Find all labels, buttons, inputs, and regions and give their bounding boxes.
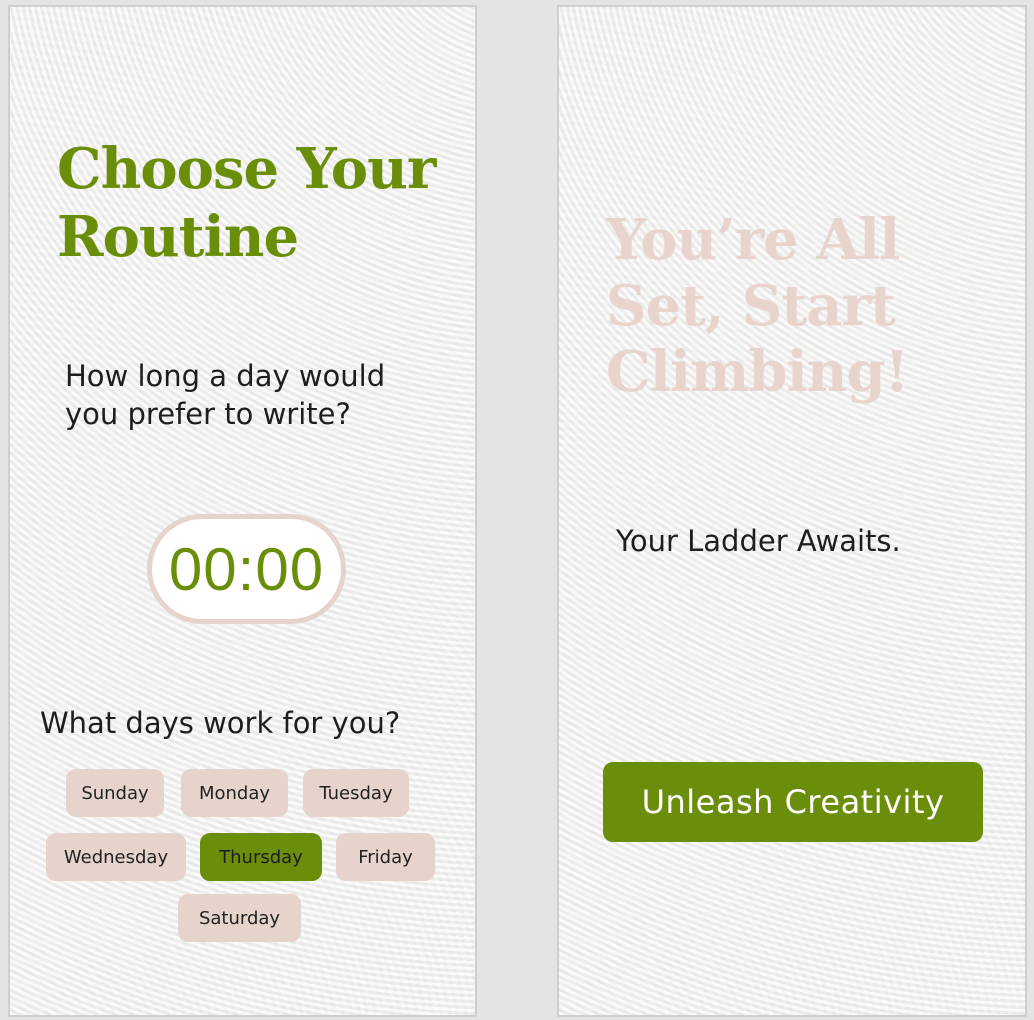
day-chip-wednesday[interactable]: Wednesday <box>46 833 186 881</box>
duration-question: How long a day would you prefer to write… <box>65 359 386 431</box>
day-chip-friday[interactable]: Friday <box>336 833 435 881</box>
unleash-creativity-button[interactable]: Unleash Creativity <box>603 762 983 842</box>
days-question: What days work for you? <box>40 706 401 740</box>
day-chip-thursday[interactable]: Thursday <box>200 833 322 881</box>
day-chip-sunday[interactable]: Sunday <box>66 769 164 817</box>
timer-value: 00:00 <box>168 535 325 603</box>
completion-screen: You’re All Set, Start Climbing! Your Lad… <box>557 5 1027 1017</box>
day-chip-saturday[interactable]: Saturday <box>178 894 301 942</box>
page-title: Choose Your Routine <box>57 136 436 270</box>
day-chip-tuesday[interactable]: Tuesday <box>303 769 409 817</box>
routine-screen: Choose Your Routine How long a day would… <box>8 5 477 1017</box>
duration-timer[interactable]: 00:00 <box>147 514 346 624</box>
day-chip-monday[interactable]: Monday <box>181 769 288 817</box>
completion-subtitle: Your Ladder Awaits. <box>616 524 901 558</box>
completion-title: You’re All Set, Start Climbing! <box>606 207 909 405</box>
